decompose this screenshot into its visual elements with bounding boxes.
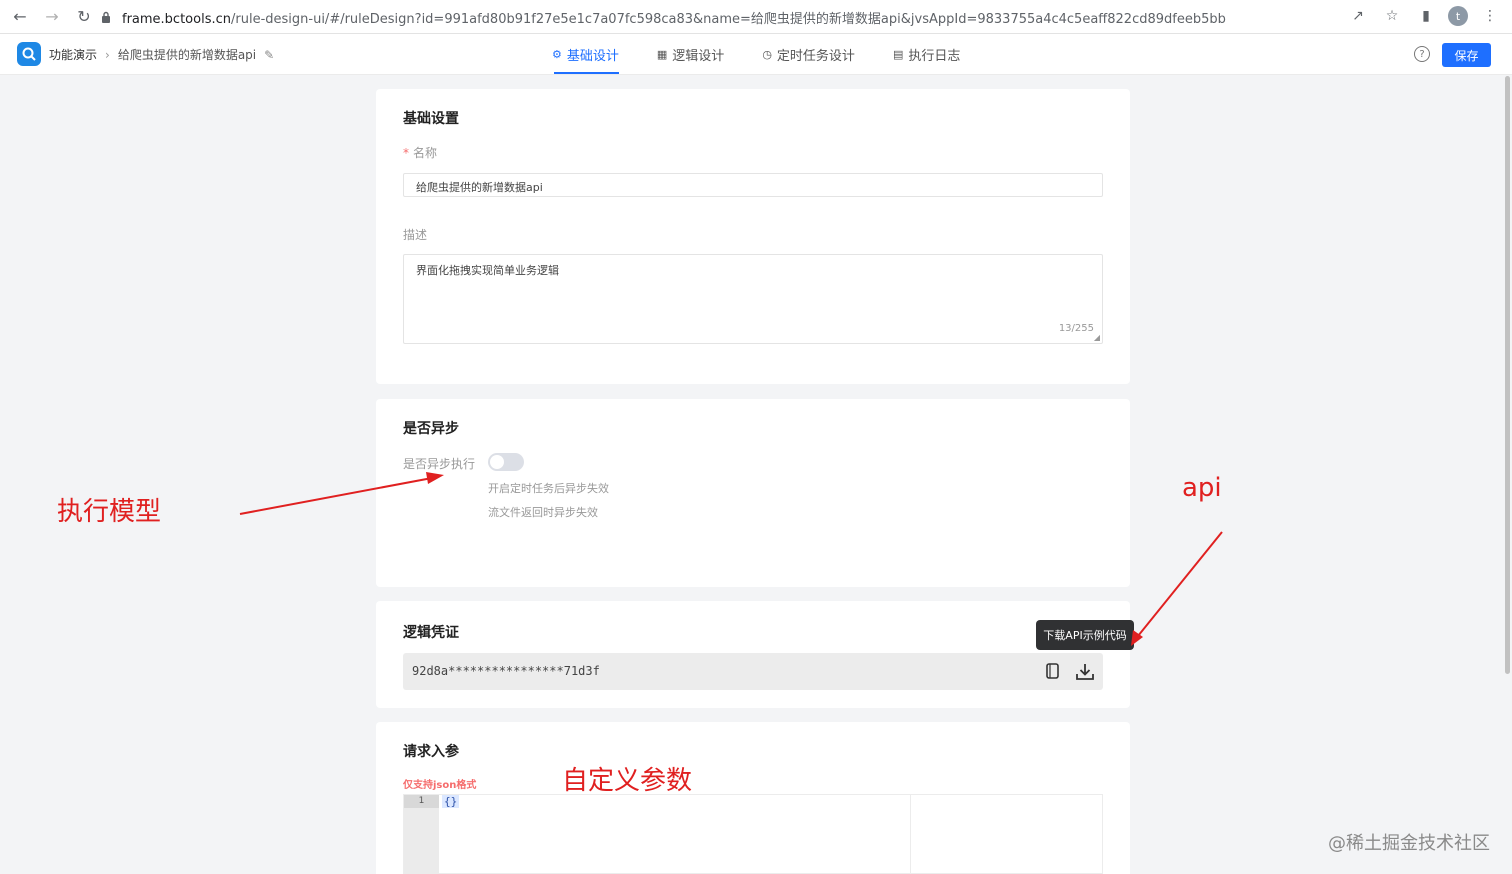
watermark: @稀土掘金技术社区 <box>1328 833 1490 854</box>
arrow-exec-model-line <box>239 477 433 515</box>
annotation-arrows <box>239 472 1223 646</box>
arrow-api-line <box>1137 531 1223 637</box>
arrow-exec-model-head <box>426 472 444 484</box>
page-scrollbar[interactable] <box>1505 76 1510 674</box>
